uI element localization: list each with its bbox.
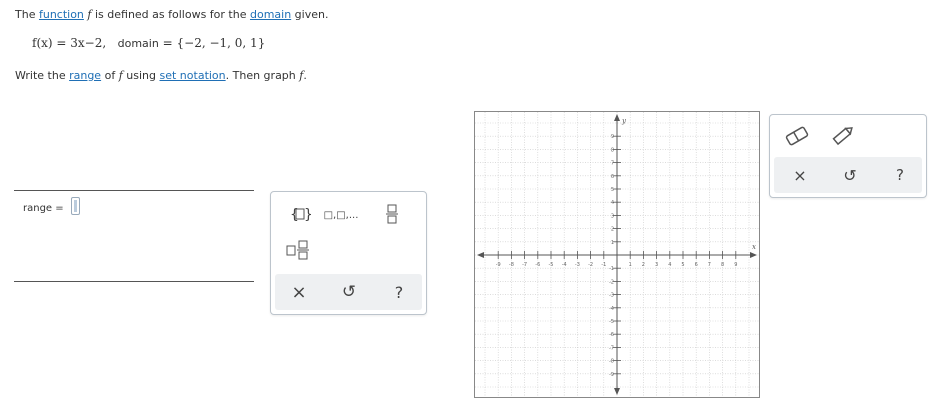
x-tick-label: 2 xyxy=(642,262,645,268)
pencil-tool-button[interactable] xyxy=(828,123,858,149)
x-tick-label: 6 xyxy=(695,262,698,268)
x-tick-label: 9 xyxy=(734,262,737,268)
y-tick-label: -4 xyxy=(609,306,614,312)
clear-button[interactable]: × xyxy=(287,281,311,303)
domain-label: domain xyxy=(117,37,159,50)
question-line-1: The function f is defined as follows for… xyxy=(15,8,328,21)
x-tick-label: -2 xyxy=(588,262,593,268)
text: Write the xyxy=(15,69,70,82)
x-axis-label: x xyxy=(752,243,756,251)
y-tick-label: -5 xyxy=(609,319,614,325)
svg-text:}: } xyxy=(304,207,311,223)
x-tick-label: -9 xyxy=(496,262,501,268)
y-tick-label: -3 xyxy=(609,293,614,299)
graph-clear-button[interactable]: × xyxy=(788,165,812,185)
x-tick-label: -3 xyxy=(575,262,580,268)
mixed-number-button[interactable] xyxy=(285,238,313,262)
undo-icon: ↺ xyxy=(341,282,357,302)
graph-help-button[interactable]: ? xyxy=(888,165,912,185)
set-braces-icon: { } xyxy=(290,207,311,223)
x-tick-label: 4 xyxy=(668,262,671,268)
y-axis-label: y xyxy=(621,117,627,125)
coordinate-graph[interactable]: -9 -8 -7 -6 -5 -4 -3 -2 -1 1 2 3 4 5 6 7 8 9 9 8 7 6 5 4 3 2 1 -1 -2… xyxy=(474,111,760,398)
range-input[interactable] xyxy=(71,197,80,215)
graph-canvas[interactable]: -9 -8 -7 -6 -5 -4 -3 -2 -1 1 2 3 4 5 6 7 8 9 9 8 7 6 5 4 3 2 1 -1 -2… xyxy=(475,112,759,397)
close-icon: × xyxy=(291,281,307,303)
question-line-3: Write the range of f using set notation.… xyxy=(15,69,307,82)
set-braces-button[interactable]: { } xyxy=(289,204,311,224)
x-tick-label: -1 xyxy=(601,262,606,268)
fraction-icon xyxy=(386,204,398,224)
eraser-tool-button[interactable] xyxy=(782,123,812,149)
text: . Then graph xyxy=(225,69,300,82)
list-button[interactable]: □,□,... xyxy=(323,206,359,224)
y-axis-arrow-up xyxy=(614,114,620,121)
answer-area: range = xyxy=(14,190,254,282)
help-button[interactable]: ? xyxy=(387,282,411,302)
x-tick-label: -5 xyxy=(549,262,554,268)
y-tick-label: 9 xyxy=(611,134,614,140)
text: using xyxy=(122,69,160,82)
domain-link[interactable]: domain xyxy=(250,8,291,21)
x-axis-arrow-right xyxy=(750,252,757,258)
action-strip: × ↺ ? xyxy=(275,274,422,310)
y-tick-label: -6 xyxy=(609,332,614,338)
y-tick-label: -8 xyxy=(609,359,614,365)
y-tick-label: -2 xyxy=(609,279,614,285)
x-axis-arrow-left xyxy=(477,252,484,258)
fraction-button[interactable] xyxy=(383,202,401,226)
x-tick-label: 1 xyxy=(629,262,632,268)
function-definition: f(x) = 3x−2, domain = {−2, −1, 0, 1} xyxy=(32,36,265,50)
undo-icon: ↺ xyxy=(843,165,857,185)
text: The xyxy=(15,8,39,21)
x-tick-label: 7 xyxy=(708,262,711,268)
graph-undo-button[interactable]: ↺ xyxy=(838,165,862,185)
y-tick-label: 5 xyxy=(611,187,614,193)
x-tick-label: -4 xyxy=(562,262,567,268)
y-tick-label: 6 xyxy=(611,174,614,180)
y-axis-arrow-down xyxy=(614,388,620,395)
help-icon: ? xyxy=(394,282,404,302)
y-tick-label: 4 xyxy=(611,200,614,206)
text: given. xyxy=(291,8,329,21)
y-tick-label: 2 xyxy=(611,227,614,233)
y-tick-label: 1 xyxy=(611,240,614,246)
function-link[interactable]: function xyxy=(39,8,84,21)
eraser-icon xyxy=(785,126,809,146)
y-tick-label: -7 xyxy=(609,345,614,351)
list-items-icon: □,□,... xyxy=(323,209,359,221)
graph-action-strip: × ↺ ? xyxy=(774,157,922,193)
pencil-icon xyxy=(832,127,853,146)
range-link[interactable]: range xyxy=(69,69,101,82)
range-label: range = xyxy=(23,203,64,214)
y-tick-label: 3 xyxy=(611,213,614,219)
y-tick-label: 8 xyxy=(611,147,614,153)
set-notation-link[interactable]: set notation xyxy=(160,69,226,82)
domain-set: = {−2, −1, 0, 1} xyxy=(162,36,266,50)
x-tick-label: 3 xyxy=(655,262,658,268)
mixed-number-icon xyxy=(286,240,309,260)
math-palette: { } □,□,... × ↺ ? xyxy=(270,191,427,315)
undo-button[interactable]: ↺ xyxy=(337,282,361,302)
graph-tools-palette: × ↺ ? xyxy=(769,114,927,198)
close-icon: × xyxy=(793,165,807,185)
y-tick-label: 7 xyxy=(611,161,614,167)
x-tick-label: -6 xyxy=(535,262,540,268)
text: of xyxy=(101,69,119,82)
x-tick-label: 8 xyxy=(721,262,724,268)
equation: f(x) = 3x−2, xyxy=(32,36,107,50)
x-tick-label: 5 xyxy=(681,262,684,268)
y-tick-label: -9 xyxy=(609,372,614,378)
x-tick-label: -8 xyxy=(509,262,514,268)
help-icon: ? xyxy=(896,166,904,184)
x-tick-label: -7 xyxy=(522,262,527,268)
text: . xyxy=(303,69,307,82)
text: is defined as follows for the xyxy=(91,8,250,21)
y-tick-label: -1 xyxy=(609,266,614,272)
